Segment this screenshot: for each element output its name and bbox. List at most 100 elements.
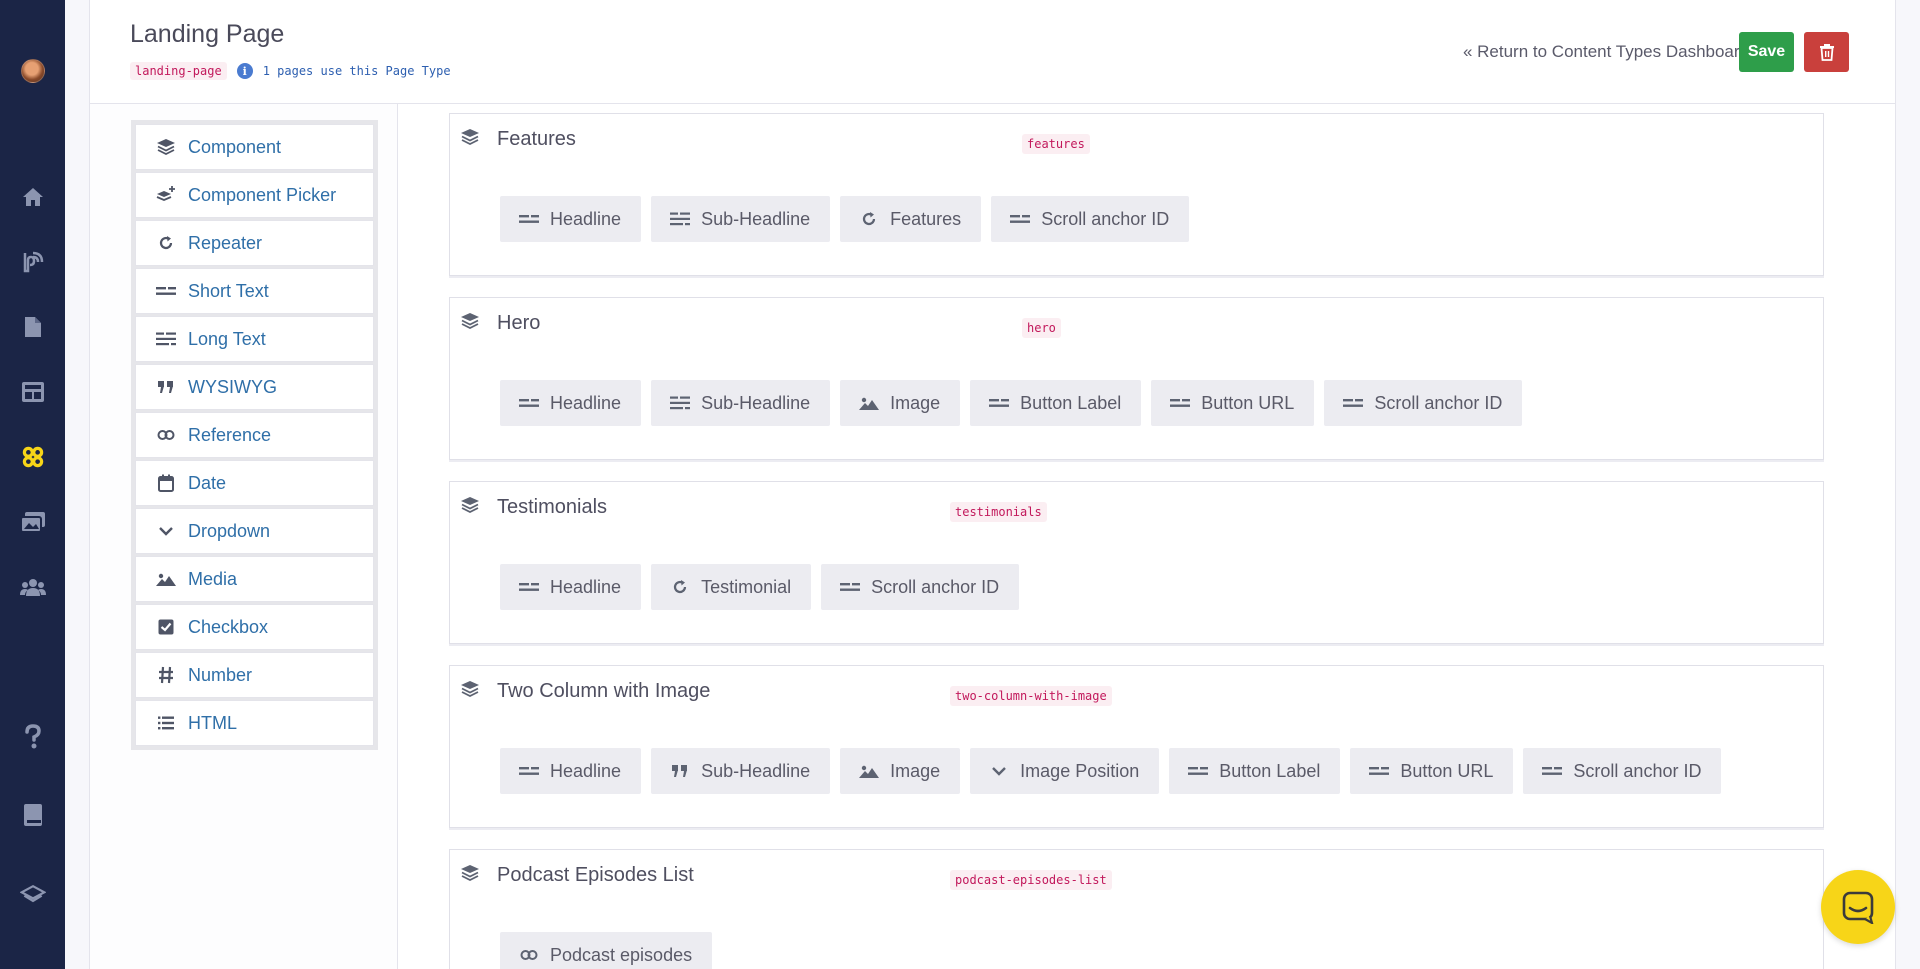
field-type-long-text[interactable]: Long Text <box>135 316 374 362</box>
home-icon[interactable] <box>20 184 46 210</box>
list-icon <box>156 713 176 733</box>
return-to-dashboard-link[interactable]: « Return to Content Types Dashboard <box>1463 42 1749 62</box>
layers-icon <box>156 137 176 157</box>
chat-launcher-button[interactable] <box>1821 870 1895 944</box>
avatar[interactable] <box>21 59 45 83</box>
layers-plus-icon <box>156 185 176 205</box>
field-chip-headline[interactable]: Headline <box>500 196 642 242</box>
usage-count-text[interactable]: 1 pages use this Page Type <box>263 64 451 78</box>
layers-icon[interactable] <box>460 680 482 702</box>
component-title: Hero <box>497 312 541 334</box>
component-slug-badge: podcast-episodes-list <box>950 870 1112 890</box>
field-chip-image[interactable]: Image <box>840 380 961 426</box>
help-icon[interactable] <box>20 724 46 750</box>
component-field-list: Headline Sub-Headline Image Button Label But… <box>500 380 1523 426</box>
field-type-component[interactable]: Component <box>135 124 374 170</box>
component-field-list: Headline Testimonial Scroll anchor ID <box>500 564 1020 610</box>
field-type-sidebar: Component Component Picker Repeater Short T… <box>90 104 398 969</box>
field-chip-headline[interactable]: Headline <box>500 748 642 794</box>
field-chip-podcast-episodes[interactable]: Podcast episodes <box>500 932 713 969</box>
field-chip-label: Button URL <box>1201 392 1295 413</box>
field-type-label: WYSIWYG <box>188 376 277 397</box>
field-chip-button-url[interactable]: Button URL <box>1350 748 1514 794</box>
field-chip-scroll-anchor-id[interactable]: Scroll anchor ID <box>821 564 1020 610</box>
field-chip-features[interactable]: Features <box>840 196 982 242</box>
field-chip-label: Headline <box>550 576 622 597</box>
field-type-media[interactable]: Media <box>135 556 374 602</box>
field-chip-label: Button URL <box>1400 760 1494 781</box>
blog-icon[interactable] <box>20 249 46 275</box>
layers-icon[interactable] <box>460 312 482 334</box>
field-type-html[interactable]: HTML <box>135 700 374 746</box>
field-type-reference[interactable]: Reference <box>135 412 374 458</box>
components-icon[interactable] <box>20 444 46 470</box>
layers-icon[interactable] <box>460 864 482 886</box>
field-type-date[interactable]: Date <box>135 460 374 506</box>
page-header: Landing Page landing-page i 1 pages use … <box>90 0 1895 104</box>
image-icon <box>858 395 880 411</box>
layers-icon[interactable] <box>460 496 482 518</box>
short-text-icon <box>988 395 1010 411</box>
field-type-repeater[interactable]: Repeater <box>135 220 374 266</box>
short-text-icon <box>518 763 540 779</box>
quote-icon <box>156 377 176 397</box>
field-chip-label: Image <box>890 760 941 781</box>
field-type-component-picker[interactable]: Component Picker <box>135 172 374 218</box>
field-chip-button-label[interactable]: Button Label <box>970 380 1142 426</box>
field-chip-label: Headline <box>550 760 622 781</box>
field-chip-label: Scroll anchor ID <box>1374 392 1503 413</box>
layers-icon[interactable] <box>460 128 482 150</box>
field-chip-label: Image Position <box>1020 760 1140 781</box>
users-icon[interactable] <box>20 574 46 600</box>
field-type-label: Checkbox <box>188 616 269 637</box>
field-type-checkbox[interactable]: Checkbox <box>135 604 374 650</box>
field-type-dropdown[interactable]: Dropdown <box>135 508 374 554</box>
short-text-icon <box>518 211 540 227</box>
field-chip-label: Sub-Headline <box>701 760 811 781</box>
field-type-label: Component <box>188 136 282 157</box>
field-chip-sub-headline[interactable]: Sub-Headline <box>651 196 831 242</box>
field-type-label: Component Picker <box>188 184 337 205</box>
trash-icon <box>1819 44 1834 61</box>
component-title: Testimonials <box>497 496 608 518</box>
info-icon: i <box>236 63 253 79</box>
link-icon <box>518 947 540 963</box>
short-text-icon <box>518 395 540 411</box>
component-field-list: Podcast episodes <box>500 932 713 969</box>
field-chip-button-label[interactable]: Button Label <box>1169 748 1341 794</box>
docs-icon[interactable] <box>20 802 46 828</box>
layout-icon[interactable] <box>20 379 46 405</box>
field-chip-sub-headline[interactable]: Sub-Headline <box>651 380 831 426</box>
field-chip-label: Headline <box>550 392 622 413</box>
field-type-label: Reference <box>188 424 272 445</box>
short-text-icon <box>1368 763 1390 779</box>
media-icon[interactable] <box>20 509 46 535</box>
field-type-wysiwyg[interactable]: WYSIWYG <box>135 364 374 410</box>
field-chip-scroll-anchor-id[interactable]: Scroll anchor ID <box>1523 748 1722 794</box>
field-chip-sub-headline[interactable]: Sub-Headline <box>651 748 831 794</box>
repeat-icon <box>669 579 691 595</box>
field-type-label: Long Text <box>188 328 266 349</box>
field-chip-button-url[interactable]: Button URL <box>1151 380 1315 426</box>
stack-icon[interactable] <box>20 881 46 907</box>
field-chip-scroll-anchor-id[interactable]: Scroll anchor ID <box>1324 380 1523 426</box>
field-chip-scroll-anchor-id[interactable]: Scroll anchor ID <box>991 196 1190 242</box>
field-chip-label: Headline <box>550 208 622 229</box>
field-chip-image-position[interactable]: Image Position <box>970 748 1160 794</box>
field-chip-headline[interactable]: Headline <box>500 564 642 610</box>
pages-icon[interactable] <box>20 314 46 340</box>
field-chip-headline[interactable]: Headline <box>500 380 642 426</box>
delete-button[interactable] <box>1804 32 1849 72</box>
chat-icon <box>1842 891 1874 924</box>
field-chip-image[interactable]: Image <box>840 748 961 794</box>
field-chip-label: Features <box>890 208 962 229</box>
short-text-icon <box>839 579 861 595</box>
long-text-icon <box>669 211 691 227</box>
field-chip-label: Sub-Headline <box>701 392 811 413</box>
field-type-number[interactable]: Number <box>135 652 374 698</box>
field-type-label: Short Text <box>188 280 269 301</box>
component-slug-badge: features <box>1022 134 1090 154</box>
field-chip-testimonial[interactable]: Testimonial <box>651 564 812 610</box>
save-button[interactable]: Save <box>1739 32 1794 72</box>
field-type-short-text[interactable]: Short Text <box>135 268 374 314</box>
